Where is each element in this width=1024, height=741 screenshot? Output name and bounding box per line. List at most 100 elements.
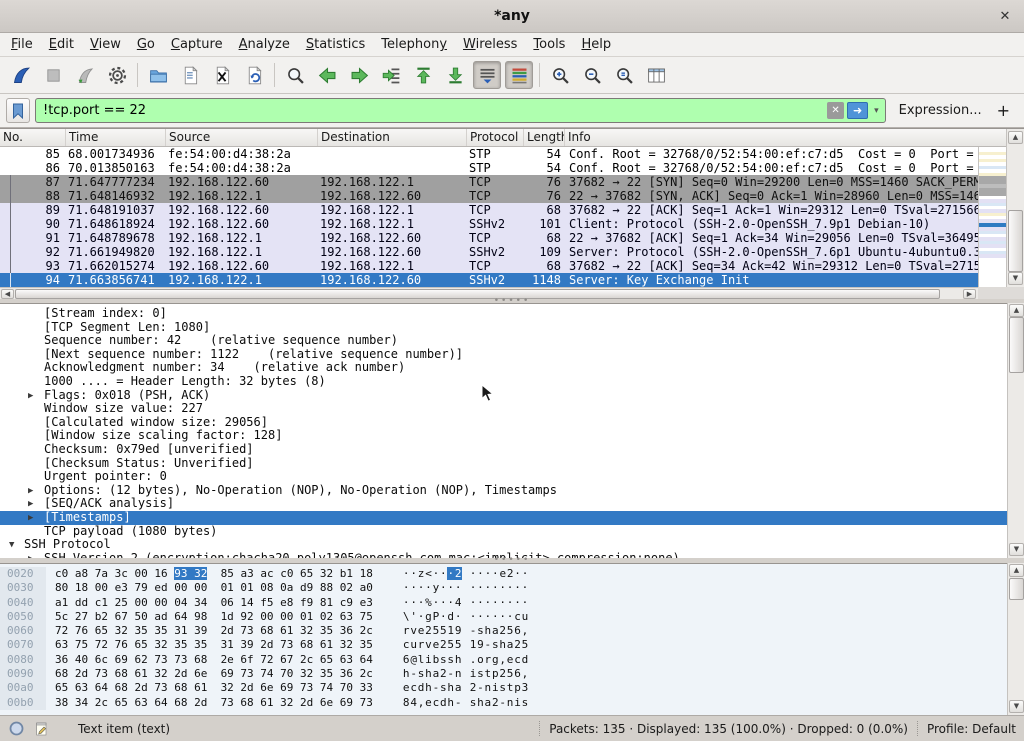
colorize-icon[interactable] [505, 61, 533, 89]
column-header-time[interactable]: Time [66, 129, 166, 146]
packet-row-92[interactable]: 9271.661949820192.168.122.1192.168.122.6… [0, 245, 978, 259]
hex-row-0030[interactable]: 003080 18 00 e3 79 ed 00 00 01 01 08 0a … [0, 581, 1024, 595]
reload-file-icon[interactable] [240, 61, 268, 89]
column-header-length[interactable]: Length [524, 129, 565, 146]
packet-row-89[interactable]: 8971.648191037192.168.122.60192.168.122.… [0, 203, 978, 217]
column-header-no[interactable]: No. [0, 129, 66, 146]
go-first-icon[interactable] [409, 61, 437, 89]
hex-bytes[interactable]: 72 76 65 32 35 35 31 39 2d 73 68 61 32 3… [46, 624, 373, 638]
scrollbar-thumb[interactable] [1009, 317, 1024, 373]
scroll-down-icon[interactable]: ▼ [1009, 700, 1024, 713]
stop-capture-icon[interactable] [39, 61, 67, 89]
packet-detail-line[interactable]: Window size value: 227 [0, 402, 1024, 416]
hex-ascii[interactable]: \'·gP·d· ······cu [373, 610, 529, 624]
packet-detail-line[interactable]: ▶Flags: 0x018 (PSH, ACK) [0, 389, 1024, 403]
menu-file[interactable]: File [3, 35, 41, 54]
column-header-destination[interactable]: Destination [318, 129, 467, 146]
go-to-packet-icon[interactable] [377, 61, 405, 89]
menu-analyze[interactable]: Analyze [231, 35, 298, 54]
hex-row-0020[interactable]: 0020c0 a8 7a 3c 00 16 93 32 85 a3 ac c0 … [0, 567, 1024, 581]
packet-row-94[interactable]: 9471.663856741192.168.122.1192.168.122.6… [0, 273, 978, 287]
packet-row-91[interactable]: 9171.648789678192.168.122.1192.168.122.6… [0, 231, 978, 245]
packet-row-93[interactable]: 9371.662015274192.168.122.60192.168.122.… [0, 259, 978, 273]
hex-row-0090[interactable]: 009068 2d 73 68 61 32 2d 6e 69 73 74 70 … [0, 667, 1024, 681]
scrollbar-thumb[interactable] [15, 289, 940, 299]
column-header-info[interactable]: Info [565, 129, 1006, 146]
packet-detail-line[interactable]: Checksum: 0x79ed [unverified] [0, 443, 1024, 457]
scroll-left-icon[interactable]: ◀ [1, 289, 14, 299]
hex-bytes[interactable]: 5c 27 b2 67 50 ad 64 98 1d 92 00 00 01 0… [46, 610, 373, 624]
expand-icon[interactable]: ▶ [28, 512, 33, 525]
expression-button[interactable]: Expression... [891, 103, 990, 118]
hex-bytes[interactable]: c0 a8 7a 3c 00 16 93 32 85 a3 ac c0 65 3… [46, 567, 373, 581]
display-filter-input[interactable]: !tcp.port == 22 ✕ ➜ ▾ [35, 98, 886, 123]
hex-bytes[interactable]: 65 63 64 68 2d 73 68 61 32 2d 6e 69 73 7… [46, 681, 373, 695]
packet-detail-line[interactable]: Acknowledgment number: 34 (relative ack … [0, 361, 1024, 375]
add-filter-button[interactable]: + [995, 101, 1018, 120]
packet-detail-line[interactable]: ▼SSH Protocol [0, 538, 1024, 552]
hex-ascii[interactable]: ecdh-sha 2-nistp3 [373, 681, 529, 695]
packet-detail-line[interactable]: ▶[SEQ/ACK analysis] [0, 497, 1024, 511]
menu-help[interactable]: Help [573, 35, 619, 54]
start-capture-icon[interactable] [7, 61, 35, 89]
go-last-icon[interactable] [441, 61, 469, 89]
packet-row-85[interactable]: 8568.001734936fe:54:00:d4:38:2aSTP54Conf… [0, 147, 978, 161]
zoom-original-icon[interactable] [610, 61, 638, 89]
selected-bytes[interactable]: 93 32 [174, 567, 207, 580]
packet-detail-line[interactable]: 1000 .... = Header Length: 32 bytes (8) [0, 375, 1024, 389]
filter-bookmark-button[interactable] [6, 98, 30, 123]
hex-ascii[interactable]: ···%···4 ········ [373, 596, 529, 610]
packet-detail-line[interactable]: [Checksum Status: Unverified] [0, 457, 1024, 471]
hex-bytes[interactable]: 80 18 00 e3 79 ed 00 00 01 01 08 0a d9 8… [46, 581, 373, 595]
collapse-icon[interactable]: ▼ [9, 539, 14, 552]
menu-wireless[interactable]: Wireless [455, 35, 525, 54]
hex-row-0050[interactable]: 00505c 27 b2 67 50 ad 64 98 1d 92 00 00 … [0, 610, 1024, 624]
hex-ascii[interactable]: curve255 19-sha25 [373, 638, 529, 652]
menu-view[interactable]: View [82, 35, 129, 54]
hex-row-0060[interactable]: 006072 76 65 32 35 35 31 39 2d 73 68 61 … [0, 624, 1024, 638]
packet-row-90[interactable]: 9071.648618924192.168.122.60192.168.122.… [0, 217, 978, 231]
packet-detail-line[interactable]: [Stream index: 0] [0, 307, 1024, 321]
scroll-up-icon[interactable]: ▲ [1008, 131, 1023, 144]
packet-row-88[interactable]: 8871.648146932192.168.122.1192.168.122.6… [0, 189, 978, 203]
apply-filter-icon[interactable]: ➜ [847, 102, 868, 119]
go-back-icon[interactable] [313, 61, 341, 89]
resize-columns-icon[interactable] [642, 61, 670, 89]
zoom-in-icon[interactable] [546, 61, 574, 89]
hex-ascii[interactable]: ····y··· ········ [373, 581, 529, 595]
packet-detail-line[interactable]: TCP payload (1080 bytes) [0, 525, 1024, 539]
selected-ascii[interactable]: ·2 [447, 567, 462, 580]
close-icon[interactable]: ✕ [996, 7, 1014, 25]
hex-ascii[interactable]: 6@libssh .org,ecd [373, 653, 529, 667]
status-profile[interactable]: Profile: Default [927, 722, 1016, 736]
titlebar[interactable]: *any ✕ [0, 0, 1024, 33]
packet-row-86[interactable]: 8670.013850163fe:54:00:d4:38:2aSTP54Conf… [0, 161, 978, 175]
hex-row-0070[interactable]: 007063 75 72 76 65 32 35 35 31 39 2d 73 … [0, 638, 1024, 652]
hex-vscrollbar[interactable]: ▲ ▼ [1007, 563, 1024, 715]
capture-options-icon[interactable] [103, 61, 131, 89]
hex-bytes[interactable]: 38 34 2c 65 63 64 68 2d 73 68 61 32 2d 6… [46, 696, 373, 710]
display-filter-value[interactable]: !tcp.port == 22 [39, 103, 824, 118]
scroll-down-icon[interactable]: ▼ [1008, 272, 1023, 285]
scroll-up-icon[interactable]: ▲ [1009, 564, 1024, 577]
menu-edit[interactable]: Edit [41, 35, 82, 54]
open-file-icon[interactable] [144, 61, 172, 89]
zoom-out-icon[interactable] [578, 61, 606, 89]
hex-row-00b0[interactable]: 00b038 34 2c 65 63 64 68 2d 73 68 61 32 … [0, 696, 1024, 710]
packet-list-vscrollbar[interactable]: ▲ ▼ [1006, 129, 1024, 287]
hex-ascii[interactable]: h-sha2-n istp256, [373, 667, 529, 681]
find-packet-icon[interactable] [281, 61, 309, 89]
expand-icon[interactable]: ▶ [28, 498, 33, 511]
clear-filter-icon[interactable]: ✕ [827, 102, 844, 119]
menu-go[interactable]: Go [129, 35, 163, 54]
restart-capture-icon[interactable] [71, 61, 99, 89]
hex-ascii[interactable]: ··z<···2 ····e2·· [373, 567, 529, 581]
packet-detail-line[interactable]: ▶Options: (12 bytes), No-Operation (NOP)… [0, 484, 1024, 498]
hex-ascii[interactable]: 84,ecdh- sha2-nis [373, 696, 529, 710]
scroll-right-icon[interactable]: ▶ [963, 289, 976, 299]
hex-ascii[interactable]: rve25519 -sha256, [373, 624, 529, 638]
hex-row-00a0[interactable]: 00a065 63 64 68 2d 73 68 61 32 2d 6e 69 … [0, 681, 1024, 695]
scroll-up-icon[interactable]: ▲ [1009, 304, 1024, 317]
menu-tools[interactable]: Tools [525, 35, 573, 54]
packet-detail-line[interactable]: [Calculated window size: 29056] [0, 416, 1024, 430]
